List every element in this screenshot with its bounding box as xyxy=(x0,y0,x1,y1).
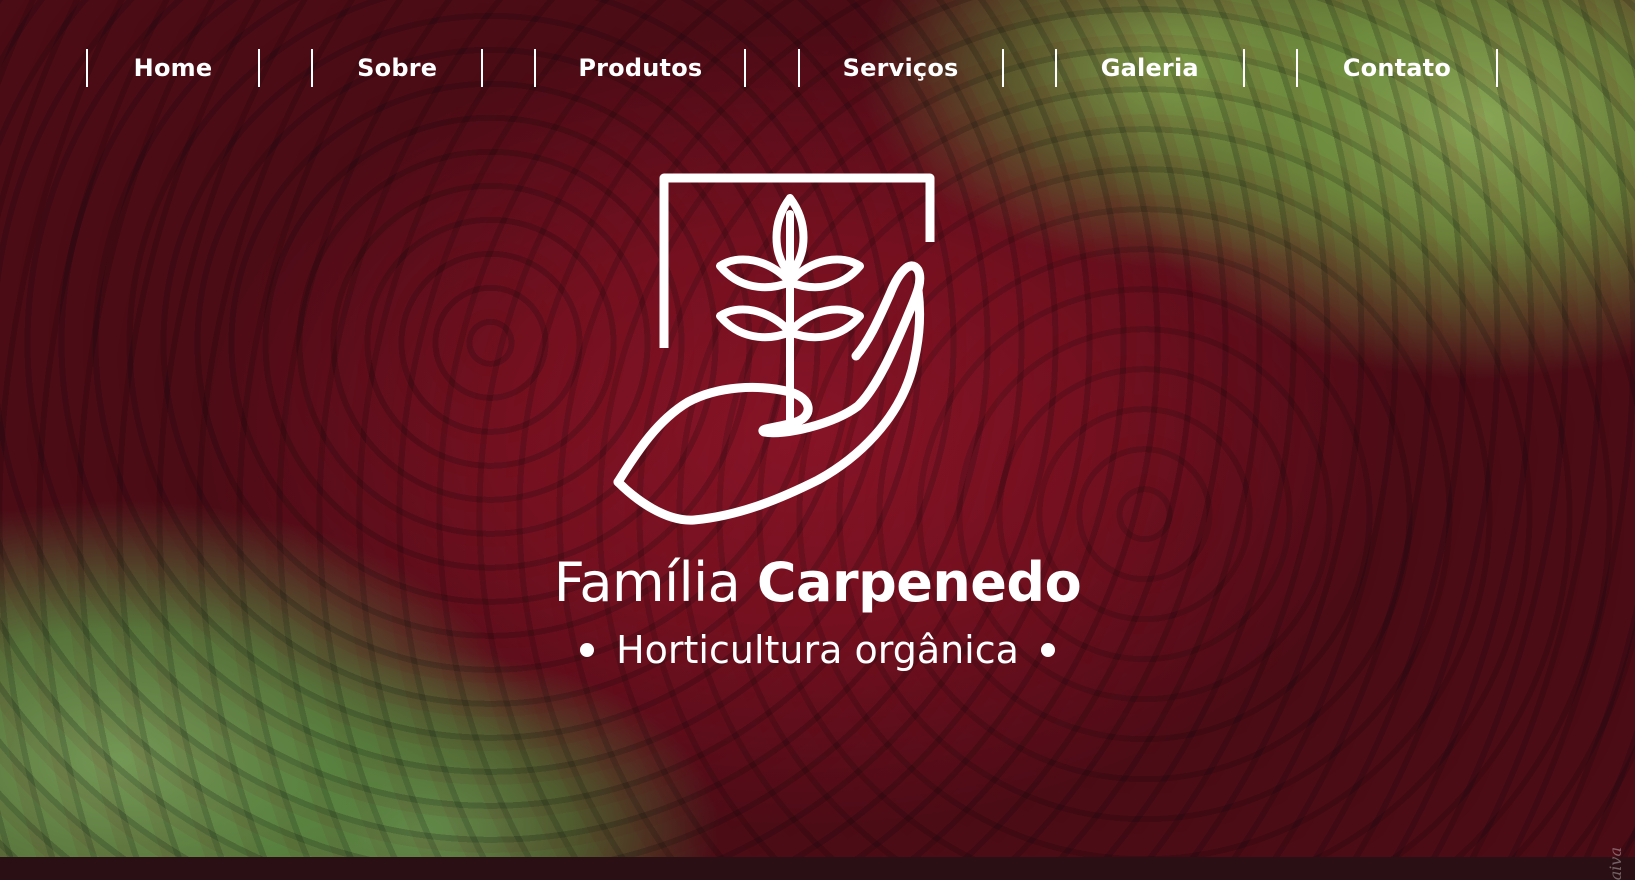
brand-name-light: Família xyxy=(553,551,741,614)
photo-watermark: aiva xyxy=(1606,847,1625,880)
bullet-dot-icon xyxy=(1040,642,1055,657)
nav-home[interactable]: Home xyxy=(86,49,260,87)
hand-holding-plant-icon xyxy=(608,170,948,530)
brand-name-bold: Carpenedo xyxy=(756,551,1082,614)
nav-sobre[interactable]: Sobre xyxy=(311,49,484,87)
bullet-dot-icon xyxy=(580,642,595,657)
brand-name: Família Carpenedo xyxy=(0,548,1635,618)
tagline-text: Horticultura orgânica xyxy=(616,628,1019,672)
main-navigation: Home Sobre Produtos Serviços Galeria Con… xyxy=(86,48,1498,88)
nav-servicos[interactable]: Serviços xyxy=(797,49,1004,87)
nav-produtos[interactable]: Produtos xyxy=(534,49,747,87)
nav-galeria[interactable]: Galeria xyxy=(1054,49,1245,87)
tagline: Horticultura orgânica xyxy=(0,624,1635,676)
nav-contato[interactable]: Contato xyxy=(1295,49,1498,87)
